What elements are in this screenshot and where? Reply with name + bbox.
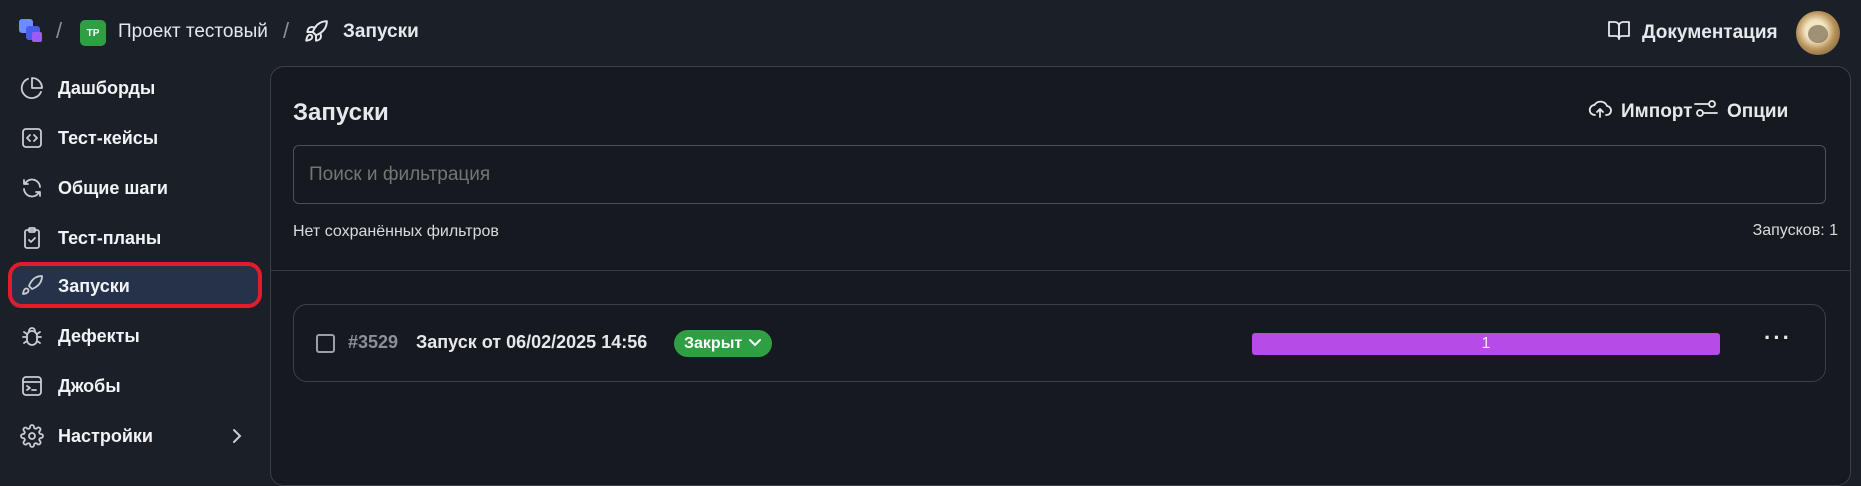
sidebar-item-settings[interactable]: Настройки [10,414,258,458]
bug-icon [20,324,44,348]
docs-label: Документация [1642,22,1778,43]
saved-filters-text[interactable]: Нет сохранённых фильтров [293,223,499,241]
breadcrumb-project[interactable]: Проект тестовый [118,21,268,43]
sidebar-item-defects[interactable]: Дефекты [10,314,258,358]
list-item[interactable]: #3529 Запуск от 06/02/2025 14:56 Закрыт … [293,304,1826,382]
sidebar-item-label: Дашборды [58,78,156,98]
refresh-icon [20,176,44,200]
sidebar-item-label: Джобы [58,376,121,396]
import-label: Импорт [1621,101,1693,122]
run-id[interactable]: #3529 [348,332,398,353]
options-button[interactable]: Опции [1693,97,1788,127]
project-avatar[interactable]: TP [80,20,106,46]
breadcrumb-separator: / [56,18,63,43]
breadcrumb-current: Запуски [343,21,419,42]
sidebar-item-label: Тест-кейсы [58,128,159,148]
breadcrumb-separator: / [283,18,290,43]
page-title: Запуски [293,99,389,126]
pie-chart-icon [20,76,44,100]
progress-bar: 1 [1252,333,1720,355]
progress-value: 1 [1481,335,1491,352]
run-name[interactable]: Запуск от 06/02/2025 14:56 [416,332,647,353]
divider [271,270,1851,271]
clipboard-check-icon [20,226,44,250]
sidebar-item-label: Дефекты [58,326,140,346]
sidebar-item-label: Общие шаги [58,178,168,198]
app-logo-icon[interactable] [18,18,46,46]
status-label: Закрыт [684,334,743,352]
sidebar-item-jobs[interactable]: Джобы [10,364,258,408]
chevron-down-icon [748,335,762,353]
import-button[interactable]: Импорт [1587,97,1692,127]
chevron-right-icon [230,426,244,451]
sidebar-item-label: Тест-планы [58,228,162,248]
rocket-icon [303,19,329,50]
terminal-icon [20,374,44,398]
runs-count: Запусков: 1 [1752,222,1838,239]
sidebar-item-test-cases[interactable]: Тест-кейсы [10,116,258,160]
more-menu-icon[interactable]: ··· [1764,325,1792,351]
main-panel: Запуски Импорт Опции Нет сохранённых фил… [270,66,1851,486]
gear-icon [20,424,44,448]
code-icon [20,126,44,150]
selection-highlight [8,262,262,308]
status-badge[interactable]: Закрыт [674,330,773,357]
options-label: Опции [1727,101,1789,122]
user-avatar[interactable] [1796,11,1840,55]
docs-link[interactable]: Документация [1606,18,1778,48]
sidebar-item-label: Настройки [58,426,153,446]
cloud-upload-icon [1587,97,1613,127]
sliders-icon [1693,97,1719,127]
sidebar-item-shared-steps[interactable]: Общие шаги [10,166,258,210]
sidebar-item-test-plans[interactable]: Тест-планы [10,216,258,260]
search-input[interactable] [293,145,1826,204]
top-bar: / TP Проект тестовый / Запуски Документа… [0,0,1861,66]
row-checkbox[interactable] [316,334,335,353]
sidebar-item-dashboards[interactable]: Дашборды [10,66,258,110]
book-icon [1606,18,1632,48]
